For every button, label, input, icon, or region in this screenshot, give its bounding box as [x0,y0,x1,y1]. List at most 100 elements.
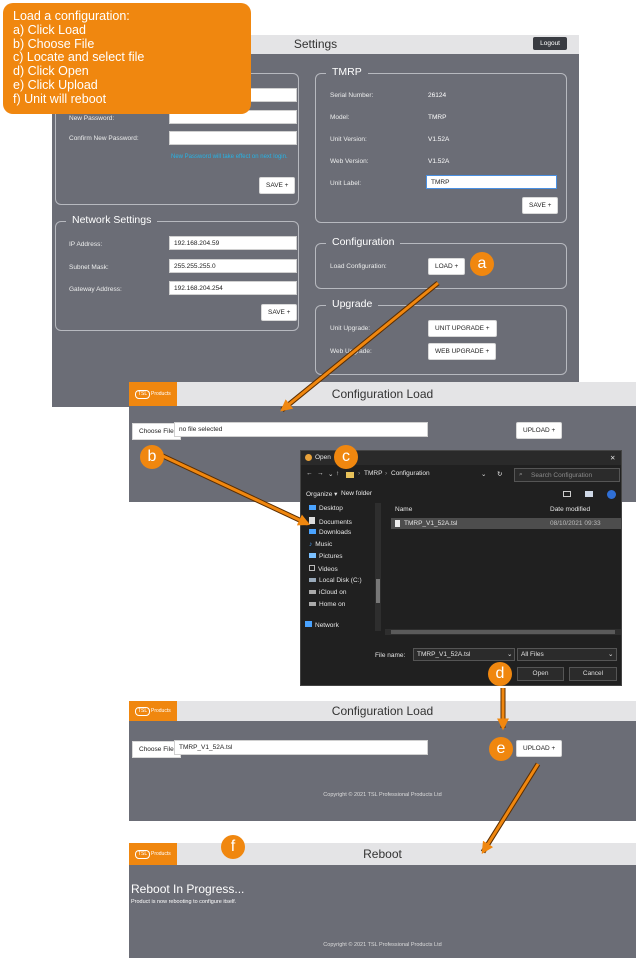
pictures-icon [309,553,316,558]
new-folder-button[interactable]: New folder [341,490,372,497]
nav-item-music[interactable]: ♪ Music [309,541,332,548]
load-configuration-label: Load Configuration: [330,263,387,270]
upload-button[interactable]: UPLOAD + [516,422,563,439]
search-input[interactable]: ⌕ Search Configuration [514,468,620,482]
copyright-text: Copyright © 2021 TSL Professional Produc… [323,942,442,948]
subnet-mask-label: Subnet Mask: [69,264,109,271]
view-options-icon[interactable] [563,491,571,497]
ip-address-field[interactable]: 192.168.204.59 [169,236,297,250]
upload-button[interactable]: UPLOAD + [516,740,563,757]
breadcrumb-tmrp[interactable]: TMRP [364,470,382,477]
navigation-pane: Desktop Documents Downloads ♪ Music Pictu… [301,503,383,637]
cancel-button[interactable]: Cancel [569,667,617,681]
instruction-step: a) Click Load [13,22,86,37]
breadcrumb-configuration[interactable]: Configuration [391,470,430,477]
web-version-value: V1.52A [428,158,450,165]
load-button[interactable]: LOAD + [428,258,466,275]
search-placeholder: Search Configuration [531,472,593,479]
unit-upgrade-button[interactable]: UNIT UPGRADE + [428,320,497,337]
column-header-name[interactable]: Name [395,506,412,513]
web-upgrade-button[interactable]: WEB UPGRADE + [428,343,497,360]
close-icon[interactable]: ✕ [610,454,615,462]
confirm-password-label: Confirm New Password: [69,135,139,142]
step-marker-b: b [140,445,164,469]
breadcrumb-separator: › [358,470,361,477]
nav-scrollbar[interactable] [375,503,381,631]
back-arrow-icon[interactable]: ← [306,470,313,477]
network-icon [305,621,312,627]
reboot-title: Reboot [363,847,402,861]
nav-item-videos[interactable]: Videos [309,565,338,573]
nav-item-label: Desktop [319,505,343,512]
forward-arrow-icon[interactable]: → [317,470,324,477]
nav-item-desktop[interactable]: Desktop [309,505,343,512]
nav-item-pictures[interactable]: Pictures [309,553,342,560]
config-load-title: Configuration Load [331,704,434,718]
file-type-select[interactable]: All Files ⌄ [517,648,617,661]
step-marker-e: e [489,737,513,761]
filename-label: File name: [375,652,406,659]
copyright-text: Copyright © 2021 TSL Professional Produc… [323,792,442,798]
instruction-step: d) Click Open [13,64,89,79]
open-button-label: Open [532,670,549,677]
file-date: 08/10/2021 09:33 [550,520,601,527]
dialog-title: Open [315,454,331,461]
tmrp-save-button[interactable]: SAVE + [522,197,559,214]
preview-pane-icon[interactable] [585,491,593,497]
instruction-step: b) Choose File [13,36,95,51]
network-settings-section: Network Settings IP Address: 192.168.204… [55,214,299,331]
nav-item-home[interactable]: Home on [309,601,345,608]
config-load-header: TSL Products Configuration Load [129,701,636,721]
nav-scrollbar-thumb[interactable] [376,579,380,603]
logout-button[interactable]: Logout [533,37,567,50]
chevron-down-icon[interactable]: ⌄ [328,470,333,478]
filename-dropdown-icon[interactable]: ⌄ [507,650,512,658]
reboot-page: TSL Products Reboot Reboot In Progress..… [129,843,636,958]
password-save-button[interactable]: SAVE + [259,177,296,194]
nav-item-icloud[interactable]: iCloud on [309,589,346,596]
breadcrumb-separator: › [385,470,388,477]
subnet-mask-field[interactable]: 255.255.255.0 [169,259,297,273]
organize-menu[interactable]: Organize ▾ [306,490,337,498]
file-name-display: TMRP_V1_52A.tsl [174,740,428,755]
nav-item-label: Pictures [319,553,343,560]
file-type-dropdown-icon[interactable]: ⌄ [608,650,613,658]
file-row[interactable]: TMRP_V1_52A.tsl 08/10/2021 09:33 [391,518,621,529]
configuration-section: Configuration Load Configuration: LOAD + [315,236,567,289]
unit-upgrade-label: Unit Upgrade: [330,325,371,332]
desktop-icon [309,505,316,510]
horizontal-scrollbar-thumb[interactable] [391,630,615,634]
help-icon[interactable] [607,490,616,499]
nav-item-network[interactable]: Network [305,621,339,629]
horizontal-scrollbar[interactable] [385,629,621,635]
column-header-date[interactable]: Date modified [550,506,590,513]
ip-address-label: IP Address: [69,241,103,248]
reboot-header: TSL Products Reboot [129,843,636,865]
reboot-heading: Reboot In Progress... [131,882,245,896]
nav-item-documents[interactable]: Documents [309,517,352,526]
videos-icon [309,565,315,571]
new-password-label: New Password: [69,115,115,122]
instructions-callout: Load a configuration: a) Click Load b) C… [3,3,251,114]
file-name-display: no file selected [174,422,428,437]
web-upgrade-label: Web Upgrade: [330,348,372,355]
open-button[interactable]: Open [517,667,564,681]
confirm-password-field[interactable] [169,131,297,145]
file-type-value: All Files [521,651,544,658]
filename-input[interactable]: TMRP_V1_52A.tsl ⌄ [413,648,515,661]
network-save-button[interactable]: SAVE + [261,304,298,321]
up-arrow-icon[interactable]: ↑ [336,470,339,477]
unit-label-field[interactable]: TMRP [426,175,557,189]
nav-item-downloads[interactable]: Downloads [309,529,351,536]
tmrp-section: TMRP Serial Number: 26124 Model: TMRP Un… [315,66,567,223]
path-dropdown-icon[interactable]: ⌄ [481,470,486,478]
configuration-legend: Configuration [326,236,401,248]
nav-item-label: Documents [319,519,352,526]
nav-item-local-disk[interactable]: Local Disk (C:) [309,577,362,584]
gateway-address-field[interactable]: 192.168.204.254 [169,281,297,295]
model-value: TMRP [428,114,447,121]
unit-label-label: Unit Label: [330,180,362,187]
refresh-icon[interactable]: ↻ [497,470,502,478]
instruction-step: c) Locate and select file [13,50,145,65]
music-icon: ♪ [309,541,313,548]
